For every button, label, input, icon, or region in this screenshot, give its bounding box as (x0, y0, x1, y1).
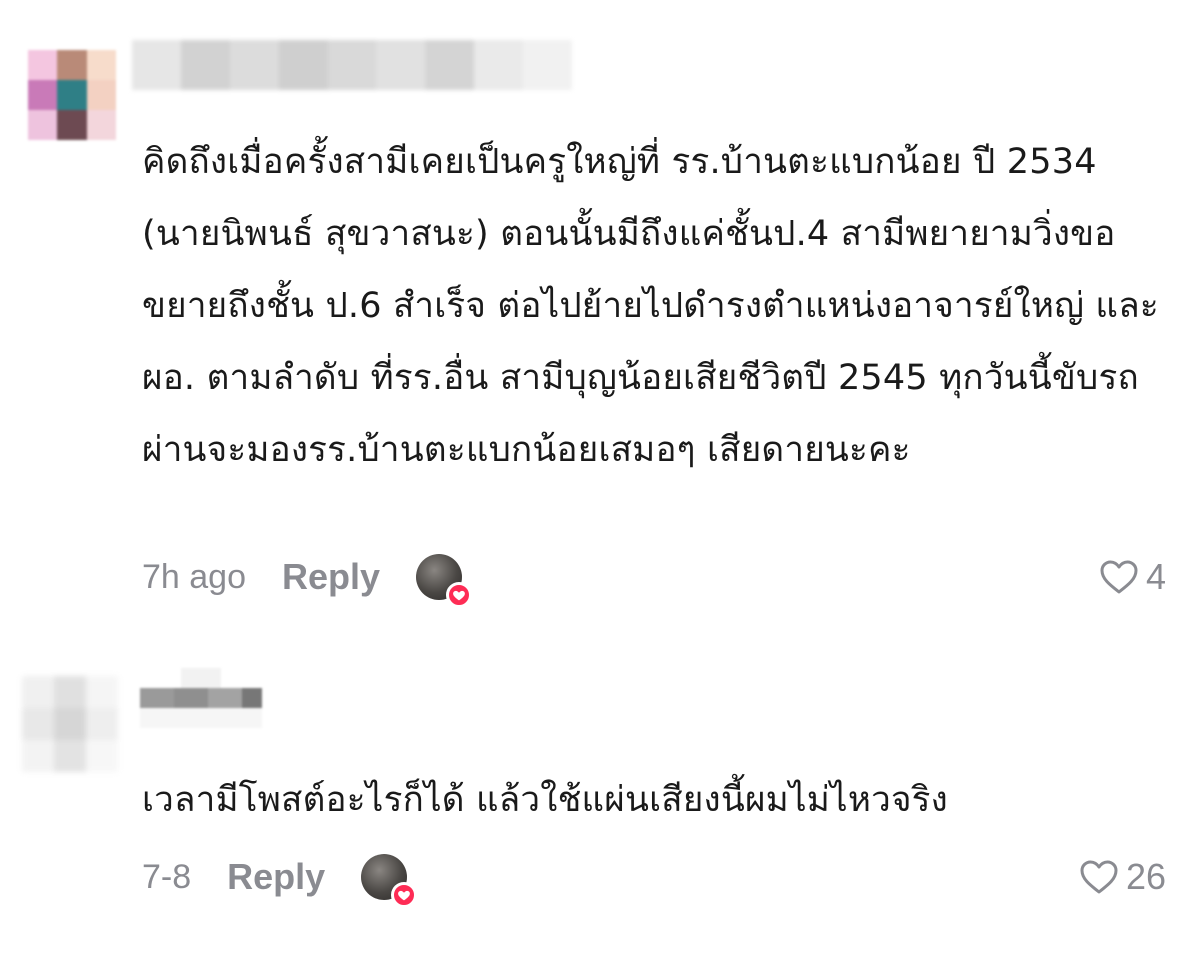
comment-actions: 7h ago Reply (142, 552, 473, 608)
heart-outline-icon (1080, 860, 1118, 894)
comment-text: เวลามีโพสต์อะไรก็ได้ แล้วใช้แผ่นเสียงนี้… (142, 780, 948, 820)
comment-item: เวลามีโพสต์อะไรก็ได้ แล้วใช้แผ่นเสียงนี้… (0, 640, 1200, 970)
like-button[interactable]: 4 (1098, 552, 1166, 602)
commenter-avatar[interactable] (28, 50, 116, 140)
heart-filled-icon (391, 882, 418, 908)
like-button[interactable]: 26 (1078, 852, 1166, 902)
like-count: 26 (1125, 856, 1166, 897)
creator-liked-avatar (416, 554, 473, 608)
reply-button[interactable]: Reply (282, 556, 380, 598)
comment-timestamp: 7h ago (142, 557, 246, 596)
reply-button[interactable]: Reply (227, 856, 325, 898)
creator-liked-avatar (361, 854, 418, 908)
commenter-avatar[interactable] (22, 676, 118, 772)
like-count: 4 (1145, 556, 1166, 597)
comment-item: คิดถึงเมื่อครั้งสามีเคยเป็นครูใหญ่ที่ รร… (0, 0, 1200, 640)
comment-text: คิดถึงเมื่อครั้งสามีเคยเป็นครูใหญ่ที่ รร… (142, 142, 1159, 470)
comment-actions: 7-8 Reply (142, 852, 418, 908)
heart-outline-icon (1100, 560, 1138, 594)
commenter-username[interactable] (132, 40, 573, 90)
heart-filled-icon (446, 582, 473, 608)
comment-timestamp: 7-8 (142, 857, 192, 896)
commenter-username[interactable] (140, 668, 263, 728)
